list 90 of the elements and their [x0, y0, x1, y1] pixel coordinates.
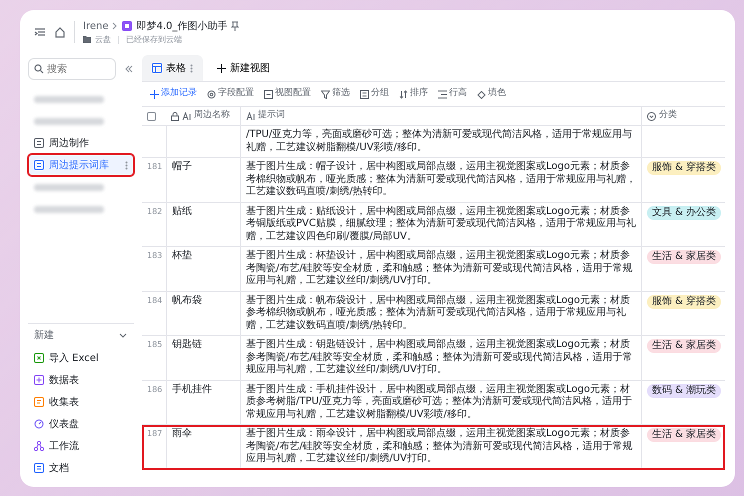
create-menu-item[interactable]: 仪表盘 — [28, 413, 134, 435]
table-icon — [34, 138, 44, 148]
pin-icon[interactable] — [231, 21, 240, 31]
table-cell: 帽子 — [166, 158, 240, 202]
sidebar-item[interactable]: 周边制作 — [28, 132, 134, 154]
search-icon — [34, 64, 44, 74]
plus-icon — [150, 90, 159, 98]
gauge-icon — [34, 419, 44, 429]
nodes-icon — [34, 441, 44, 451]
category-tag: 数码 & 潮玩类 — [647, 384, 722, 398]
create-menu-item[interactable]: 数据表 — [28, 369, 134, 391]
table-icon — [34, 375, 44, 385]
location-label: 云盘 — [95, 34, 111, 46]
grid-icon — [152, 63, 162, 73]
base-icon — [122, 21, 132, 31]
row-number: 186 — [142, 380, 166, 425]
category-tag: 生活 & 家居类 — [647, 428, 722, 442]
category-tag: 生活 & 家居类 — [647, 250, 722, 264]
table-cell: 基于图片生成：帽子设计，居中构图或局部点缀，运用主视觉图案或Logo元素；材质参考棉织物或帆布，哑光质感；整体为清新可爱或现代简洁风格，适用于常规应用与礼赠，工艺建议数码直喷/刺绣/热转印。 — [240, 158, 641, 202]
row-number: 185 — [142, 336, 166, 380]
table-cell: 基于图片生成：帆布袋设计，居中构图或局部点缀，运用主视觉图案或Logo元素；材质参考棉织物或帆布，哑光质感；整体为清新可爱或现代简洁风格，适用于常规应用与礼赠，工艺建议数码直喷/刺绣/热转印。 — [240, 292, 641, 336]
sidebar-item[interactable]: 周边提示词库 — [28, 154, 134, 176]
more-icon — [190, 64, 193, 72]
ai-field-icon — [182, 112, 191, 120]
section-label: 新建 — [34, 328, 54, 343]
select-all-checkbox[interactable] — [147, 112, 156, 120]
table-cell: /TPU/亚克力等，亮面或磨砂可选；整体为清新可爱或现代简洁风格，适用于常规应用与礼赠，工艺建议树脂翻模/UV彩喷/移印。 — [240, 126, 641, 158]
outline-icon[interactable] — [34, 26, 46, 38]
toolbar-button[interactable]: 字段配置 — [207, 87, 254, 101]
table-cell: 贴纸 — [166, 202, 240, 247]
create-menu-item[interactable]: 收集表 — [28, 391, 134, 413]
breadcrumb-link[interactable]: Irene — [83, 18, 108, 34]
row-number: 182 — [142, 202, 166, 247]
create-menu-item[interactable]: 工作流 — [28, 435, 134, 457]
table-cell: 基于图片生成：钥匙链设计，居中构图或局部点缀，运用主视觉图案或Logo元素；材质参考陶瓷/布艺/硅胶等安全材质，柔和触感；整体为清新可爱或现代简洁风格，适用于常规应用与礼赠，工艺建议丝印/刺绣/UV打印。 — [240, 336, 641, 380]
paint-bucket-icon — [477, 90, 486, 98]
ai-field-icon — [246, 112, 255, 120]
row-height-icon — [438, 90, 447, 98]
table-cell: 帆布袋 — [166, 292, 240, 336]
chevron-down-icon[interactable] — [118, 330, 128, 340]
row-number: 187 — [142, 425, 166, 470]
view-tab[interactable]: 表格 — [142, 55, 203, 81]
lock-icon — [171, 112, 179, 120]
more-icon[interactable] — [125, 160, 128, 170]
category-tag: 服饰 & 穿搭类 — [647, 294, 722, 308]
table-cell: 手机挂件 — [166, 380, 240, 425]
create-menu-item[interactable]: 导入 Excel — [28, 347, 134, 369]
document-icon — [34, 463, 44, 473]
column-header: 周边名称 — [194, 109, 230, 122]
category-tag: 文具 & 办公类 — [647, 206, 722, 220]
option-field-icon — [647, 112, 656, 120]
toolbar-button[interactable]: 排序 — [399, 87, 428, 101]
toolbar-button[interactable]: 添加记录 — [150, 87, 197, 101]
toolbar-button[interactable]: 视图配置 — [264, 87, 311, 101]
table-cell: 杯垫 — [166, 247, 240, 292]
document-title: 即梦4.0_作图小助手 — [136, 20, 228, 34]
chevron-right-icon — [112, 22, 118, 30]
table-cell: 基于图片生成：手机挂件设计，居中构图或局部点缀，运用主视觉图案或Logo元素；材质参考树脂/TPU/亚克力等，亮面或磨砂可选；整体为清新可爱或现代简洁风格，适用于常规应用与礼赠，工艺建议树脂翻模/UV彩喷/移印。 — [240, 380, 641, 425]
column-header: 提示词 — [258, 109, 285, 122]
form-icon — [34, 397, 44, 407]
toolbar-button[interactable]: 筛选 — [321, 87, 350, 101]
toolbar-button[interactable]: 行高 — [438, 87, 467, 101]
save-status: 已经保存到云端 — [126, 34, 182, 46]
toolbar-button[interactable]: 分组 — [360, 87, 389, 101]
toolbar-button[interactable]: 填色 — [477, 87, 506, 101]
category-tag: 服饰 & 穿搭类 — [647, 161, 722, 175]
category-tag: 生活 & 家居类 — [647, 339, 722, 353]
row-number: 183 — [142, 247, 166, 292]
table-cell: 雨伞 — [166, 425, 240, 470]
create-menu-item[interactable]: 文档 — [28, 457, 134, 479]
home-icon[interactable] — [54, 26, 66, 38]
excel-file-icon — [34, 353, 44, 363]
search-field[interactable]: 搜索 — [28, 58, 116, 80]
row-number: 184 — [142, 292, 166, 336]
filter-icon — [321, 90, 330, 98]
table-cell: 基于图片生成：雨伞设计，居中构图或局部点缀，运用主视觉图案或Logo元素；材质参考陶瓷/布艺/硅胶等安全材质，柔和触感；整体为清新可爱或现代简洁风格，适用于常规应用与礼赠，工艺建议丝印/刺绣/UV打印。 — [240, 425, 641, 470]
table-cell: 钥匙链 — [166, 336, 240, 380]
plus-icon — [217, 64, 226, 72]
row-number: 181 — [142, 158, 166, 202]
table-cell: 基于图片生成：杯垫设计，居中构图或局部点缀，运用主视觉图案或Logo元素；材质参考陶瓷/布艺/硅胶等安全材质，柔和触感；整体为清新可爱或现代简洁风格，适用于常规应用与礼赠，工艺建议丝印/刺绣/UV打印。 — [240, 247, 641, 292]
column-header: 分类 — [659, 109, 677, 122]
view-settings-icon — [264, 90, 273, 98]
collapse-icon[interactable] — [124, 64, 134, 74]
table-cell: 基于图片生成：贴纸设计，居中构图或局部点缀，运用主视觉图案或Logo元素；材质参考铜版纸或PVC贴膜，细腻纹理；整体为清新可爱或现代简洁风格，适用于常规应用与礼赠，工艺建议四色印刷/覆膜/局部UV。 — [240, 202, 641, 247]
table-icon — [34, 160, 44, 170]
folder-icon — [83, 36, 91, 43]
view-tab[interactable]: 新建视图 — [207, 55, 280, 81]
gear-icon — [207, 90, 216, 98]
sort-icon — [399, 90, 408, 98]
group-icon — [360, 90, 369, 98]
